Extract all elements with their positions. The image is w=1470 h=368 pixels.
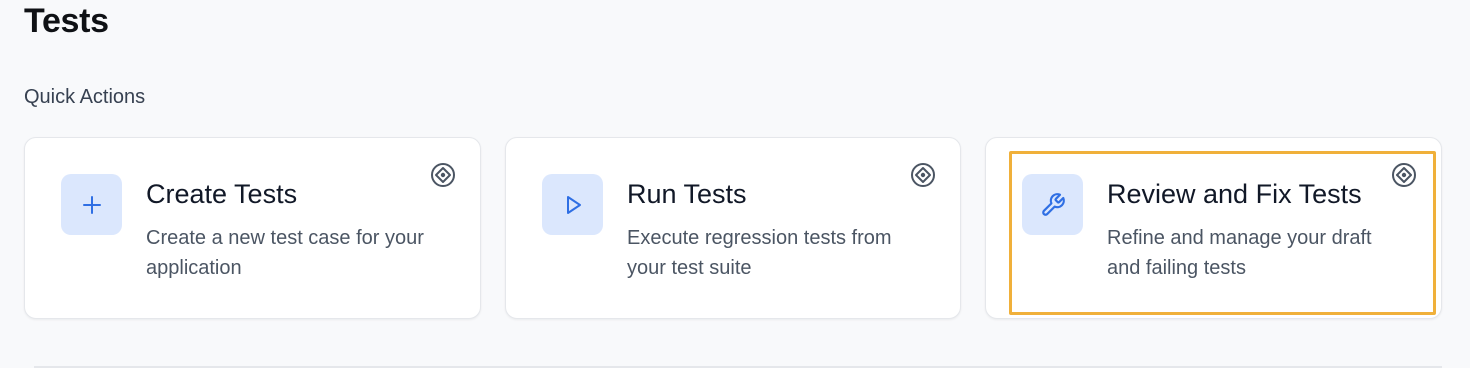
card-description: Execute regression tests from your test … <box>627 227 892 279</box>
target-icon[interactable] <box>430 162 456 188</box>
card-description: Create a new test case for your applicat… <box>146 227 424 279</box>
card-title: Review and Fix Tests <box>1107 179 1362 209</box>
card-title: Run Tests <box>627 179 747 209</box>
card-title: Create Tests <box>146 179 298 209</box>
run-tests-card[interactable]: Run Tests Execute regression tests from … <box>505 137 961 319</box>
target-icon[interactable] <box>910 162 936 188</box>
play-icon <box>542 174 603 235</box>
plus-icon <box>61 174 122 235</box>
quick-actions-cards: Create Tests Create a new test case for … <box>24 137 1442 319</box>
create-tests-card[interactable]: Create Tests Create a new test case for … <box>24 137 481 319</box>
review-and-fix-tests-card[interactable]: Review and Fix Tests Refine and manage y… <box>985 137 1442 319</box>
page-title: Tests <box>24 2 109 40</box>
wrench-icon <box>1022 174 1083 235</box>
tests-page: Tests Quick Actions Create Tests Create … <box>0 0 1470 368</box>
target-icon[interactable] <box>1391 162 1417 188</box>
card-description: Refine and manage your draft and failing… <box>1107 227 1372 279</box>
quick-actions-label: Quick Actions <box>24 86 146 108</box>
